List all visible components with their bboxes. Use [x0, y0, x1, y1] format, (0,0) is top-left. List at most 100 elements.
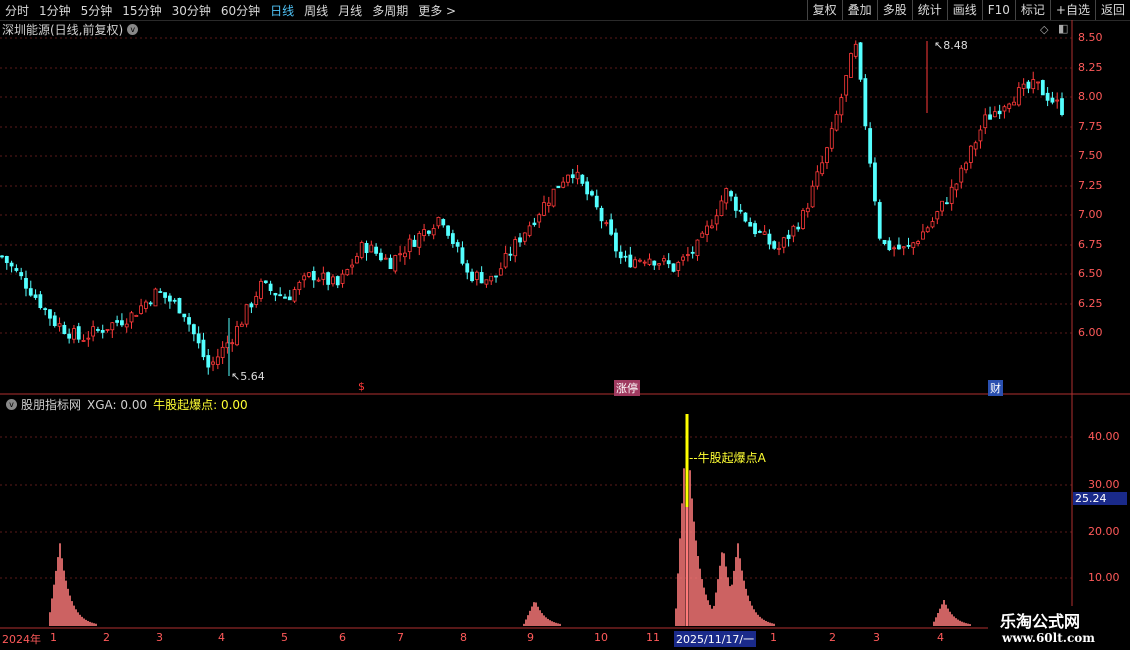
indicator-bar: [759, 616, 761, 626]
candle-body: [873, 162, 877, 202]
candle-body: [570, 174, 575, 179]
indicator-bar: [691, 498, 693, 626]
candle-body: [388, 257, 393, 270]
candle-body: [201, 339, 206, 358]
price-tick: 8.25: [1078, 61, 1103, 74]
window-toggle-icon[interactable]: ◧: [1058, 22, 1068, 35]
candle-body: [863, 78, 868, 127]
candle-body: [287, 296, 292, 301]
candle-body: [652, 260, 657, 266]
indicator-bars: [49, 468, 971, 626]
date-tick: 2025/11/17/一: [674, 631, 757, 647]
candle-body: [561, 181, 566, 188]
candle-body: [666, 260, 671, 265]
candle-body: [853, 43, 858, 57]
candle-body: [877, 202, 882, 239]
indicator-bar: [81, 616, 83, 626]
indicator-bar: [93, 623, 95, 626]
event-tag-s[interactable]: $: [356, 380, 367, 393]
chevron-down-icon[interactable]: v: [6, 399, 17, 410]
indicator-bar: [941, 604, 943, 626]
candle-body: [57, 323, 62, 327]
candle-body: [81, 340, 86, 342]
candle-body: [105, 329, 110, 331]
candle-body: [422, 229, 426, 236]
candle-body: [191, 324, 196, 335]
indicator-bar: [751, 605, 753, 626]
candle-body: [369, 244, 374, 253]
candle-body: [709, 225, 714, 229]
price-tick: 6.25: [1078, 297, 1103, 310]
candle-body: [949, 186, 954, 204]
indicator-bar: [689, 470, 691, 626]
candle-body: [638, 259, 642, 262]
candle-body: [206, 355, 211, 368]
low-label: ↖5.64: [231, 370, 265, 383]
signal-label: --牛股起爆点A: [689, 451, 766, 465]
candle-body: [988, 114, 992, 120]
indicator-bar: [717, 579, 719, 626]
indicator-bar: [725, 566, 727, 626]
indicator-bar: [731, 584, 733, 626]
indicator-bar: [83, 618, 85, 626]
price-tick: 7.00: [1078, 208, 1103, 221]
diamond-icon[interactable]: ◇: [1040, 23, 1048, 36]
candle-body: [801, 210, 805, 229]
date-tick: 2024年: [2, 633, 41, 646]
candle-body: [134, 314, 139, 317]
candle-body: [762, 231, 767, 235]
candles: [0, 40, 1064, 375]
candle-body: [417, 233, 422, 248]
candle-body: [14, 268, 19, 271]
indicator-bar: [681, 503, 683, 626]
indicator-bar: [527, 615, 529, 626]
candle-body: [465, 263, 470, 273]
indicator-bar: [749, 601, 751, 626]
candle-body: [551, 188, 556, 207]
indicator-bar: [757, 614, 759, 626]
candle-body: [1021, 83, 1026, 89]
candle-body: [887, 240, 892, 251]
candle-body: [916, 241, 921, 245]
indicator-bar: [963, 622, 965, 626]
candle-body: [647, 258, 652, 265]
indicator-bar: [735, 557, 737, 626]
candle-body: [163, 292, 167, 298]
candle-body: [964, 162, 968, 171]
event-tag-cai[interactable]: 财: [988, 380, 1003, 396]
candle-body: [1016, 87, 1021, 106]
indicator-bar: [697, 556, 699, 626]
indicator-bar: [529, 610, 531, 626]
candle-body: [1045, 92, 1050, 101]
candle-body: [211, 361, 215, 365]
candle-body: [566, 174, 570, 183]
candle-body: [882, 239, 887, 245]
indicator-bar: [703, 587, 705, 626]
candle-body: [124, 323, 129, 328]
event-tag-zhangting[interactable]: 涨停: [614, 380, 640, 396]
price-tick: 6.50: [1078, 267, 1103, 280]
candle-body: [522, 232, 527, 242]
candle-body: [100, 329, 105, 333]
candle-body: [239, 323, 244, 327]
indicator-bar: [547, 618, 549, 626]
indicator-tick: 10.00: [1088, 571, 1120, 584]
candle-body: [1031, 79, 1036, 90]
indicator-bar: [525, 619, 527, 626]
candle-body: [705, 225, 709, 235]
indicator-bar: [69, 595, 71, 626]
indicator-bar: [711, 608, 713, 626]
indicator-bar: [729, 586, 731, 626]
candle-body: [52, 315, 57, 327]
date-tick: 1: [770, 631, 777, 644]
candle-body: [604, 222, 609, 225]
candle-body: [685, 254, 690, 256]
indicator-bar: [539, 610, 541, 626]
indicator-bar: [763, 619, 765, 626]
candle-body: [662, 258, 666, 262]
indicator-bar: [549, 620, 551, 626]
candle-body: [590, 191, 594, 196]
candle-body: [498, 268, 503, 276]
candle-body: [196, 333, 201, 344]
candle-body: [714, 215, 719, 225]
